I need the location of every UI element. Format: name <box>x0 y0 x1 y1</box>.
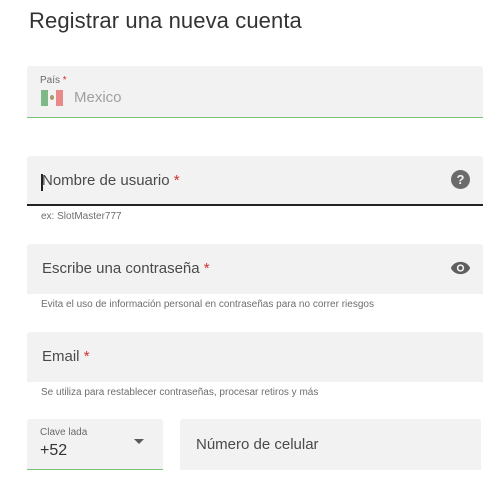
email-input[interactable]: Email * <box>27 332 483 382</box>
username-input[interactable]: Nombre de usuario * ? <box>27 156 483 206</box>
page-title: Registrar una nueva cuenta <box>29 8 302 33</box>
password-hint: Evita el uso de información personal en … <box>41 299 374 310</box>
email-hint: Se utiliza para restablecer contraseñas,… <box>41 387 319 398</box>
phone-input[interactable]: Número de celular <box>180 419 481 470</box>
eye-icon[interactable] <box>450 260 471 276</box>
email-placeholder: Email * <box>42 348 90 365</box>
mexico-flag-icon <box>41 90 63 106</box>
phone-placeholder: Número de celular <box>196 436 319 453</box>
password-placeholder: Escribe una contraseña * <box>42 260 210 277</box>
chevron-down-icon[interactable] <box>134 439 144 444</box>
country-label: País * <box>40 75 67 86</box>
country-select[interactable]: País * Mexico <box>27 66 483 118</box>
country-value: Mexico <box>74 89 122 106</box>
area-code-select[interactable]: Clave lada +52 <box>27 419 163 470</box>
area-code-label: Clave lada <box>40 427 88 438</box>
password-input[interactable]: Escribe una contraseña * <box>27 244 483 294</box>
username-hint: ex: SlotMaster777 <box>41 211 122 222</box>
username-placeholder: Nombre de usuario * <box>42 172 180 189</box>
area-code-value: +52 <box>40 442 68 459</box>
help-icon[interactable]: ? <box>451 170 470 189</box>
